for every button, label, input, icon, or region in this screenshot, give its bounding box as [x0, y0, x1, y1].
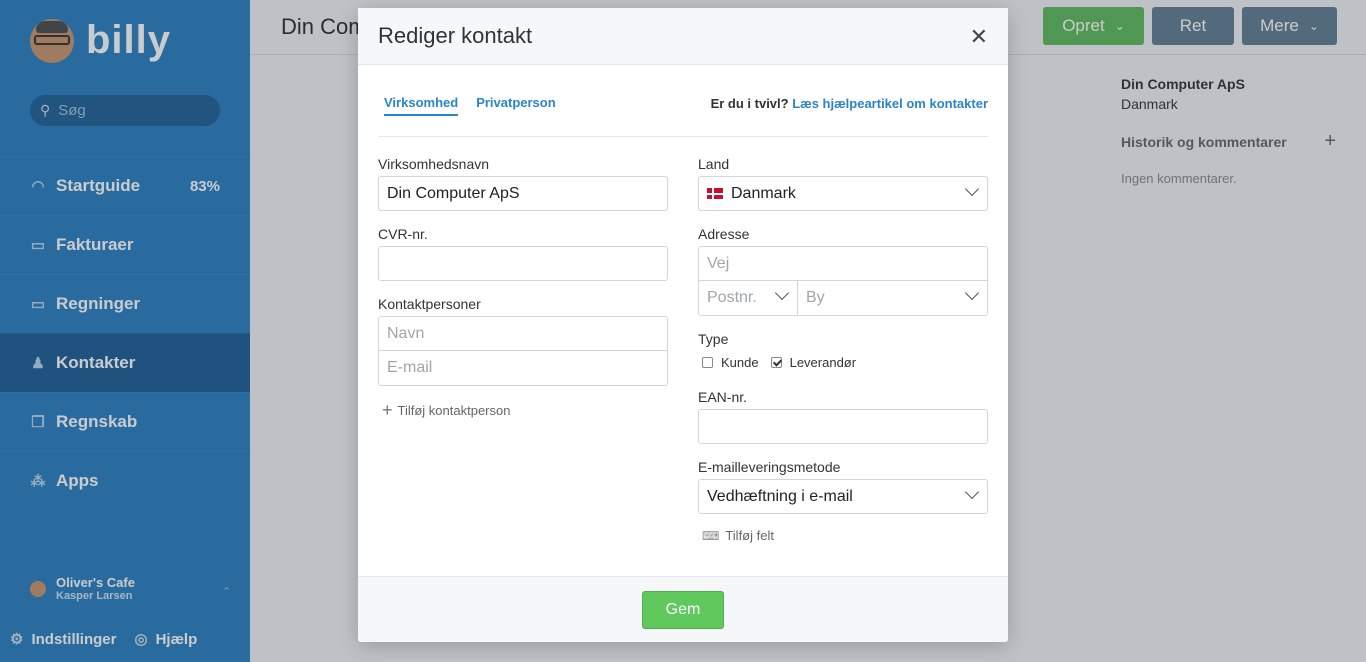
save-button[interactable]: Gem [642, 591, 724, 629]
keyboard-icon: ⌨ [702, 528, 720, 543]
company-name-label: Virksomhedsnavn [378, 156, 490, 172]
country-select[interactable]: Danmark [698, 176, 988, 211]
add-contact-person-button[interactable]: + Tilføj kontaktperson [382, 400, 510, 421]
city-select[interactable]: By [797, 281, 988, 316]
contact-name-field[interactable]: Navn [378, 316, 668, 351]
email-method-select[interactable]: Vedhæftning i e-mail [698, 479, 988, 514]
checkbox-icon [702, 357, 713, 368]
contact-type-tabs: Virksomhed Privatperson [384, 95, 574, 116]
ean-field[interactable] [698, 409, 988, 444]
type-label: Type [698, 331, 729, 347]
chevron-down-icon [964, 181, 980, 197]
close-icon[interactable]: ✕ [970, 24, 988, 50]
chevron-down-icon [964, 484, 980, 500]
cvr-label: CVR-nr. [378, 226, 428, 242]
tab-divider [378, 136, 988, 137]
chevron-down-icon [774, 285, 790, 301]
customer-checkbox[interactable]: Kunde [702, 355, 759, 370]
zip-select[interactable]: Postnr. [698, 281, 798, 316]
add-contact-person-label: Tilføj kontaktperson [397, 403, 511, 418]
city-placeholder: By [806, 289, 825, 306]
country-label: Land [698, 156, 730, 172]
tab-virksomhed[interactable]: Virksomhed [384, 95, 459, 116]
tab-privatperson[interactable]: Privatperson [476, 95, 555, 116]
help-article-link[interactable]: Læs hjælpeartikel om kontakter [792, 96, 988, 111]
plus-icon: + [382, 400, 393, 420]
checkbox-checked-icon [770, 357, 782, 368]
modal-title: Rediger kontakt [378, 23, 533, 48]
street-field[interactable]: Vej [698, 246, 988, 281]
cvr-field[interactable] [378, 246, 668, 281]
company-name-field[interactable]: Din Computer ApS [378, 176, 668, 211]
help-text: Er du i tvivl? Læs hjælpeartikel om kont… [711, 96, 988, 111]
chevron-down-icon [964, 285, 980, 301]
type-options: Kunde Leverandør [702, 355, 868, 370]
modal-header: Rediger kontakt ✕ [358, 8, 1008, 65]
zip-placeholder: Postnr. [707, 289, 757, 306]
customer-label: Kunde [721, 355, 759, 370]
email-method-value: Vedhæftning i e-mail [707, 487, 853, 505]
ean-label: EAN-nr. [698, 389, 748, 405]
contact-email-field[interactable]: E-mail [378, 351, 668, 386]
danish-flag-icon [707, 188, 723, 199]
add-field-label: Tilføj felt [725, 528, 774, 543]
country-value: Danmark [731, 184, 796, 202]
modal-footer: Gem [358, 576, 1008, 642]
supplier-checkbox[interactable]: Leverandør [770, 355, 857, 370]
address-label: Adresse [698, 226, 750, 242]
add-field-button[interactable]: ⌨ Tilføj felt [702, 528, 774, 543]
edit-contact-modal: Rediger kontakt ✕ Virksomhed Privatperso… [358, 8, 1008, 642]
help-prefix: Er du i tvivl? [710, 96, 789, 111]
supplier-label: Leverandør [789, 355, 857, 370]
contact-persons-label: Kontaktpersoner [378, 296, 481, 312]
email-method-label: E-mailleveringsmetode [698, 459, 841, 475]
